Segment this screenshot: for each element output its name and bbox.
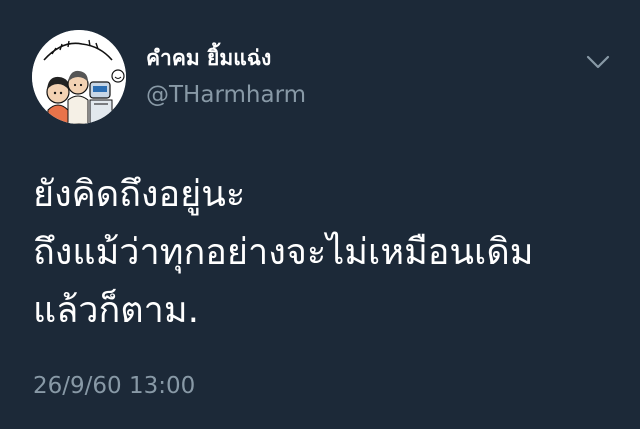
tweet-text-line: แล้วก็ตาม.: [33, 290, 200, 331]
tweet-timestamp[interactable]: 26/9/60 13:00: [33, 371, 195, 401]
tweet-text-line: ยังคิดถึงอยู่นะ: [33, 174, 246, 215]
user-handle[interactable]: @THarmharm: [146, 80, 306, 110]
tweet-menu-button[interactable]: [586, 52, 610, 72]
avatar[interactable]: [32, 30, 126, 124]
tweet-text: ยังคิดถึงอยู่นะ ถึงแม้ว่าทุกอย่างจะไม่เห…: [33, 166, 623, 340]
display-name[interactable]: คำคม ยิ้มแฉ่ง: [146, 44, 271, 72]
tweet-text-line: ถึงแม้ว่าทุกอย่างจะไม่เหมือนเดิม: [33, 232, 534, 273]
tweet-card: คำคม ยิ้มแฉ่ง @THarmharm ยังคิดถึงอยู่นะ…: [0, 0, 640, 429]
cartoon-avatar-icon: [32, 30, 126, 124]
chevron-down-icon: [586, 55, 610, 69]
